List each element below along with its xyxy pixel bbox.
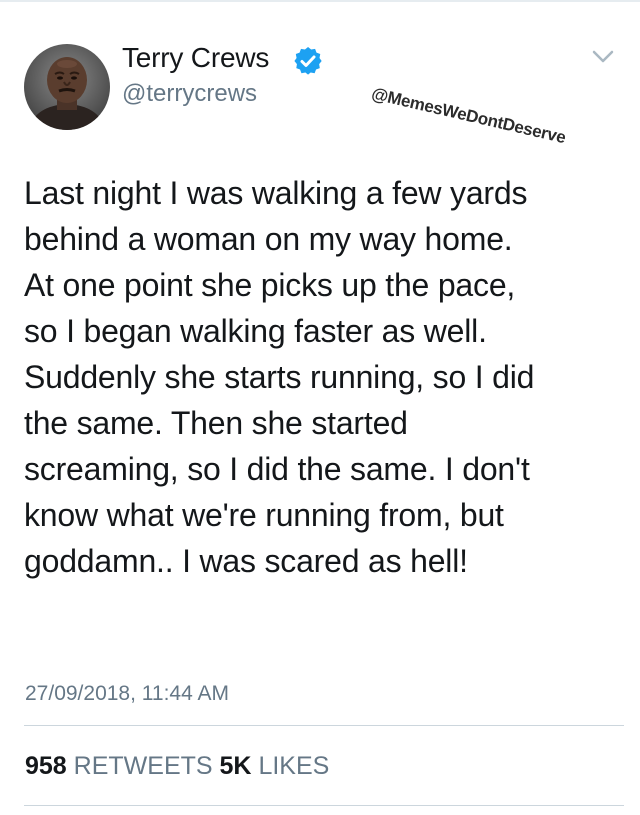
handle[interactable]: @terrycrews	[122, 80, 257, 108]
likes-stat[interactable]: 5K LIKES	[220, 752, 330, 780]
tweet-text: Last night I was walking a few yards beh…	[24, 175, 535, 579]
tweet-stats: 958 RETWEETS 5K LIKES	[25, 752, 329, 781]
retweets-stat[interactable]: 958 RETWEETS	[25, 752, 213, 780]
retweets-count: 958	[25, 752, 67, 780]
likes-label: LIKES	[258, 752, 330, 780]
retweets-label: RETWEETS	[73, 752, 213, 780]
avatar[interactable]	[24, 44, 110, 130]
divider	[24, 805, 624, 806]
timestamp[interactable]: 27/09/2018, 11:44 AM	[25, 682, 229, 706]
watermark: @MemesWeDontDeserve	[369, 84, 568, 148]
display-name[interactable]: Terry Crews	[122, 42, 269, 74]
verified-badge-icon	[293, 46, 323, 76]
likes-count: 5K	[219, 752, 252, 780]
chevron-down-icon[interactable]	[586, 44, 620, 68]
divider	[24, 725, 624, 726]
tweet-header: Terry Crews @terrycrews @MemesWeDontDese…	[0, 0, 640, 150]
